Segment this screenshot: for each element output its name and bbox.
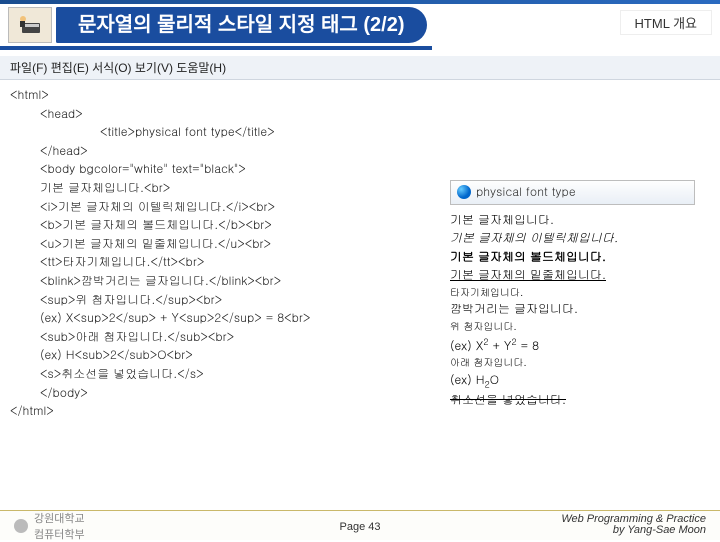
browser-tab: physical font type xyxy=(450,180,695,205)
code-line: <html> xyxy=(10,86,445,105)
result-line-underline: 기본 글자체의 밑줄체입니다. xyxy=(450,266,710,285)
slide-title: 문자열의 물리적 스타일 지정 태그 (2/2) xyxy=(56,7,427,43)
slide-section-label: HTML 개요 xyxy=(620,10,712,35)
text: = 8 xyxy=(517,337,539,354)
text: + Y xyxy=(488,337,511,354)
result-line-strike: 취소선을 넣었습니다. xyxy=(450,391,710,410)
code-line: (ex) X<sup>2</sup> + Y<sup>2</sup> = 8<b… xyxy=(10,309,445,328)
text: (ex) H xyxy=(450,371,485,388)
result-line-bold: 기본 글자체의 볼드체입니다. xyxy=(450,248,710,267)
code-line: 기본 글자체입니다.<br> xyxy=(10,179,445,198)
code-line: <b>기본 글자체의 볼드체입니다.</b><br> xyxy=(10,216,445,235)
header-underline xyxy=(0,46,720,50)
code-line: </head> xyxy=(10,142,445,161)
code-line: <s>취소선을 넣었습니다.</s> xyxy=(10,365,445,384)
result-line-italic: 기본 글자체의 이텔릭체입니다. xyxy=(450,229,710,248)
footer-logo-text: 강원대학교 컴퓨터학부 xyxy=(34,510,85,542)
browser-result-pane: physical font type 기본 글자체입니다. 기본 글자체의 이텔… xyxy=(450,180,710,410)
typing-icon xyxy=(8,7,52,43)
result-line-tt: 타자기체입니다. xyxy=(450,285,710,301)
footer-logo: 강원대학교 컴퓨터학부 xyxy=(14,510,85,542)
code-line: </body> xyxy=(10,384,445,403)
slide-header: 문자열의 물리적 스타일 지정 태그 (2/2) HTML 개요 xyxy=(0,4,720,46)
result-line-plain: 기본 글자체입니다. xyxy=(450,211,710,230)
footer-credit-line1: Web Programming & Practice xyxy=(561,514,706,525)
code-line: <i>기본 글자체의 이텔릭체입니다.</i><br> xyxy=(10,198,445,217)
source-code-pane: <html> <head> <title>physical font type<… xyxy=(0,80,455,427)
page-number: Page 43 xyxy=(340,521,381,533)
notepad-menubar: 파일(F) 편집(E) 서식(O) 보기(V) 도움말(H) xyxy=(0,56,720,80)
result-line-sub-label: 아래 첨자입니다. xyxy=(450,355,710,371)
result-line-sup-example: (ex) X2 + Y2 = 8 xyxy=(450,335,710,356)
browser-tab-title: physical font type xyxy=(476,183,576,202)
code-line: <blink>깜박거리는 글자입니다.</blink><br> xyxy=(10,272,445,291)
ie-icon xyxy=(457,185,471,199)
code-line: <sub>아래 첨자입니다.</sub><br> xyxy=(10,328,445,347)
code-line: <head> xyxy=(10,105,445,124)
footer-credit: Web Programming & Practice by Yang-Sae M… xyxy=(561,514,706,538)
code-line: <tt>타자기체입니다.</tt><br> xyxy=(10,253,445,272)
result-line-blink: 깜박거리는 글자입니다. xyxy=(450,300,710,319)
code-line: <sup>위 첨자입니다.</sup><br> xyxy=(10,291,445,310)
code-line: (ex) H<sub>2</sub>O<br> xyxy=(10,346,445,365)
text: O xyxy=(490,371,499,388)
text: (ex) X xyxy=(450,337,483,354)
code-line: <body bgcolor="white" text="black"> xyxy=(10,160,445,179)
code-line: </html> xyxy=(10,402,445,421)
footer-credit-line2: by Yang-Sae Moon xyxy=(561,525,706,536)
code-line: <u>기본 글자체의 밑줄체입니다.</u><br> xyxy=(10,235,445,254)
result-line-sub-example: (ex) H2O xyxy=(450,371,710,391)
university-seal-icon xyxy=(14,519,28,533)
result-line-sup-label: 위 첨자입니다. xyxy=(450,319,710,335)
code-line: <title>physical font type</title> xyxy=(10,123,445,142)
